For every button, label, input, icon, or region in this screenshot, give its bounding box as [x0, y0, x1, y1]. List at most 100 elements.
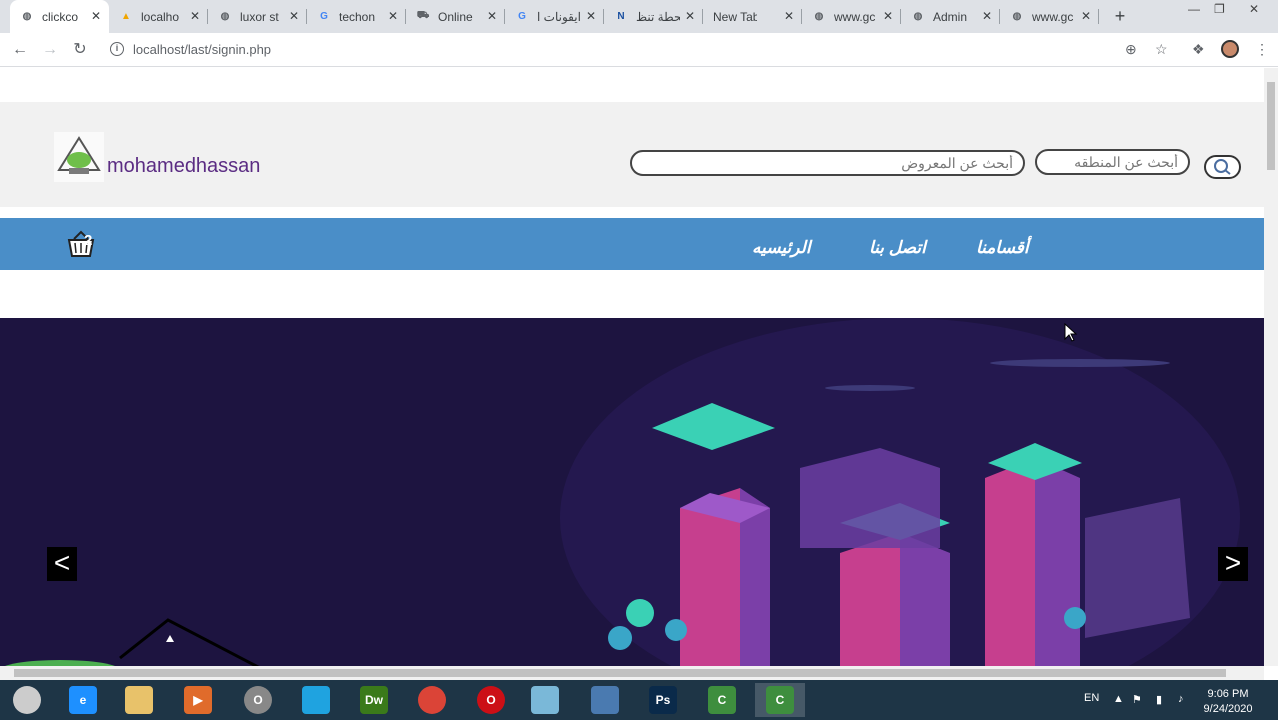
taskbar-apple-menu[interactable]: [2, 683, 52, 717]
taskbar-dreamweaver[interactable]: Dw: [349, 683, 399, 717]
taskbar-windows-start[interactable]: [291, 683, 341, 717]
browser-tab[interactable]: ◍ luxor st ✕: [208, 0, 307, 33]
tab-close-icon[interactable]: ✕: [91, 9, 101, 23]
globe-icon: ◍: [22, 11, 32, 22]
reload-icon[interactable]: ↻: [69, 39, 91, 61]
browser-tab[interactable]: G ايقونات ا ✕: [505, 0, 604, 33]
nav-link-sections[interactable]: أقسامنا: [976, 238, 1029, 258]
forward-icon[interactable]: →: [39, 39, 61, 61]
vertical-scroll-thumb[interactable]: [1267, 82, 1275, 170]
clock-date: 9/24/2020: [1203, 703, 1253, 715]
cart-count-badge: 2: [84, 232, 93, 249]
tab-title: Online: [438, 9, 473, 24]
close-window-icon[interactable]: ✕: [1249, 2, 1259, 16]
browser-tab[interactable]: N محطة تنظ ✕: [604, 0, 703, 33]
new-tab-button[interactable]: +: [1108, 5, 1132, 29]
browser-toolbar: ← → ↻ i localhost/last/signin.php ⊕ ☆ ❖ …: [0, 33, 1278, 67]
dreamweaver-icon: Dw: [360, 686, 388, 714]
windows-taskbar: e ▶ O Dw O Ps C C EN ▲ ⚑ ▮ ♪ 9:06 PM 9/24/2020: [0, 680, 1278, 720]
taskbar-chrome[interactable]: [407, 683, 457, 717]
site-logo[interactable]: [54, 132, 104, 182]
windows-start-icon: [302, 686, 330, 714]
slider-next-button[interactable]: >: [1218, 547, 1248, 581]
tab-close-icon[interactable]: ✕: [685, 9, 695, 23]
taskbar-media-player[interactable]: ▶: [173, 683, 223, 717]
network-icon[interactable]: ⚑: [1132, 693, 1142, 706]
tab-close-icon[interactable]: ✕: [289, 9, 299, 23]
web-page: mohamedhassan 2 أقسامنا اتصل بنا الرئيسي…: [0, 68, 1264, 666]
globe-icon: ◍: [1012, 11, 1022, 22]
photoshop-icon: Ps: [649, 686, 677, 714]
n-icon: N: [617, 11, 625, 22]
volume-icon[interactable]: ♪: [1178, 693, 1184, 705]
extensions-icon[interactable]: ❖: [1192, 41, 1205, 58]
browser-tab[interactable]: ◍ www.gc ✕: [1000, 0, 1099, 33]
tab-close-icon[interactable]: ✕: [487, 9, 497, 23]
url-text: localhost/last/signin.php: [133, 42, 272, 57]
tab-title: www.gc: [834, 9, 876, 24]
tab-separator: [1098, 9, 1099, 24]
site-header: mohamedhassan: [0, 102, 1264, 207]
back-icon[interactable]: ←: [9, 39, 31, 61]
opera-gray-icon: O: [244, 686, 272, 714]
cart-icon: ⛟: [416, 10, 430, 21]
tab-title: luxor st: [240, 9, 279, 24]
notepad-icon: [531, 686, 559, 714]
minimize-icon[interactable]: ―: [1188, 2, 1200, 16]
taskbar-camtasia-2[interactable]: C: [755, 683, 805, 717]
tab-title: Admin: [933, 9, 968, 24]
search-icon: [1214, 159, 1231, 175]
browser-tab[interactable]: ⛟ Online ✕: [406, 0, 505, 33]
nav-link-contact[interactable]: اتصل بنا: [869, 238, 926, 258]
taskbar-notepad[interactable]: [520, 683, 570, 717]
tab-close-icon[interactable]: ✕: [982, 9, 992, 23]
info-icon[interactable]: i: [110, 42, 124, 56]
tab-close-icon[interactable]: ✕: [190, 9, 200, 23]
globe-icon: ◍: [913, 11, 923, 22]
google-icon: G: [518, 11, 526, 22]
browser-tab[interactable]: ◍ Admin ✕: [901, 0, 1000, 33]
vertical-scrollbar[interactable]: [1264, 68, 1278, 666]
site-name[interactable]: mohamedhassan: [107, 155, 260, 178]
browser-tab[interactable]: Gtechon ✕: [307, 0, 406, 33]
menu-icon[interactable]: ⋮: [1255, 41, 1269, 58]
zoom-icon[interactable]: ⊕: [1125, 41, 1137, 58]
taskbar-screen-app[interactable]: [580, 683, 630, 717]
address-bar[interactable]: i localhost/last/signin.php: [102, 37, 1152, 63]
search-offers-input[interactable]: [630, 150, 1025, 176]
internet-explorer-icon: e: [69, 686, 97, 714]
browser-tab-strip: ◍ clickco ✕ ▲ localho ✕ ◍ luxor st ✕ Gtechon ✕ ⛟ Onl…: [0, 0, 1278, 33]
chrome-icon: [418, 686, 446, 714]
taskbar-camtasia-1[interactable]: C: [697, 683, 747, 717]
taskbar-photoshop[interactable]: Ps: [638, 683, 688, 717]
horizontal-scroll-thumb[interactable]: [14, 669, 1226, 677]
browser-tab[interactable]: ▲ localho ✕: [109, 0, 208, 33]
browser-tab[interactable]: ◍ clickco ✕: [10, 0, 109, 33]
tab-close-icon[interactable]: ✕: [883, 9, 893, 23]
slider-prev-button[interactable]: <: [47, 547, 77, 581]
language-indicator[interactable]: EN: [1084, 692, 1099, 704]
clock-time: 9:06 PM: [1207, 688, 1249, 700]
bookmark-star-icon[interactable]: ☆: [1155, 41, 1168, 58]
tab-close-icon[interactable]: ✕: [388, 9, 398, 23]
taskbar-internet-explorer[interactable]: e: [58, 683, 108, 717]
restore-icon[interactable]: ❐: [1214, 2, 1225, 16]
profile-avatar[interactable]: [1221, 40, 1239, 58]
battery-icon[interactable]: ▮: [1156, 693, 1162, 706]
browser-tab[interactable]: ◍ www.gc ✕: [802, 0, 901, 33]
tab-close-icon[interactable]: ✕: [784, 9, 794, 23]
horizontal-scrollbar[interactable]: [0, 666, 1264, 680]
nav-link-home[interactable]: الرئيسيه: [752, 238, 811, 258]
search-region-input[interactable]: [1035, 149, 1190, 175]
taskbar-opera[interactable]: O: [466, 683, 516, 717]
tab-title: techon: [339, 9, 376, 24]
system-clock[interactable]: 9:06 PM 9/24/2020: [1196, 687, 1260, 717]
taskbar-opera-gray[interactable]: O: [233, 683, 283, 717]
taskbar-file-explorer[interactable]: [114, 683, 164, 717]
search-button[interactable]: [1204, 155, 1241, 179]
show-hidden-icons[interactable]: ▲: [1113, 693, 1124, 705]
tab-title: localho: [141, 9, 180, 24]
browser-tab[interactable]: New Tab ✕: [703, 0, 802, 33]
tab-close-icon[interactable]: ✕: [586, 9, 596, 23]
tab-close-icon[interactable]: ✕: [1081, 9, 1091, 23]
